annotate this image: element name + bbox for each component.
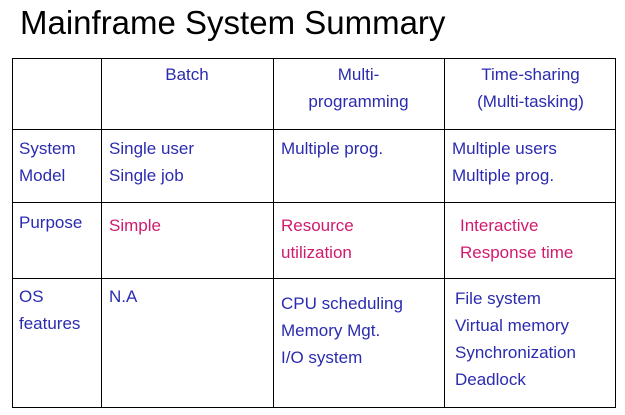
cell-text: Virtual memory (455, 316, 569, 335)
header-multiprogramming: Multi- programming (273, 61, 444, 115)
cell-text: utilization (281, 243, 352, 262)
column-divider (101, 59, 102, 407)
cell-multiprogramming-os-features: CPU scheduling Memory Mgt. I/O system (281, 290, 403, 371)
header-text: (Multi-tasking) (477, 92, 584, 111)
cell-text: Synchronization (455, 343, 576, 362)
cell-batch-system-model: Single user Single job (109, 135, 194, 189)
cell-text: System (19, 139, 76, 158)
cell-text: OS (19, 287, 44, 306)
cell-text: Simple (109, 216, 161, 235)
cell-multiprogramming-system-model: Multiple prog. (281, 135, 383, 162)
cell-text: Multiple users (452, 139, 557, 158)
row-label-system-model: System Model (19, 135, 76, 189)
cell-text: Multiple prog. (452, 166, 555, 185)
cell-timesharing-system-model: Multiple users Multiple prog. (452, 135, 557, 189)
cell-timesharing-os-features: File system Virtual memory Synchronizati… (455, 285, 576, 393)
cell-text: Deadlock (455, 370, 526, 389)
header-text: programming (308, 92, 409, 111)
cell-text: Single job (109, 166, 184, 185)
row-divider (13, 129, 615, 130)
cell-text: Interactive (460, 216, 539, 235)
header-timesharing: Time-sharing (Multi-tasking) (444, 61, 617, 115)
slide-title: Mainframe System Summary (20, 4, 446, 41)
cell-batch-purpose: Simple (109, 212, 161, 239)
cell-text: File system (455, 289, 541, 308)
header-text: Batch (165, 65, 209, 84)
cell-multiprogramming-purpose: Resource utilization (281, 212, 354, 266)
cell-batch-os-features: N.A (109, 283, 137, 310)
cell-text: features (19, 314, 81, 333)
header-text: Multi- (337, 65, 380, 84)
header-batch: Batch (101, 61, 273, 88)
cell-text: Model (19, 166, 66, 185)
cell-text: Memory Mgt. (281, 321, 381, 340)
cell-text: Response time (460, 243, 574, 262)
summary-table: Batch Multi- programming Time-sharing (M… (12, 58, 616, 408)
cell-text: Purpose (19, 213, 83, 232)
cell-text: Multiple prog. (281, 139, 384, 158)
header-text: Time-sharing (481, 65, 580, 84)
cell-text: Resource (281, 216, 354, 235)
row-divider (13, 202, 615, 203)
cell-timesharing-purpose: Interactive Response time (460, 212, 573, 266)
cell-text: Single user (109, 139, 195, 158)
row-divider (13, 278, 615, 279)
row-label-os-features: OS features (19, 283, 80, 337)
cell-text: N.A (109, 287, 138, 306)
cell-text: CPU scheduling (281, 294, 403, 313)
row-label-purpose: Purpose (19, 209, 82, 236)
cell-text: I/O system (281, 348, 363, 367)
